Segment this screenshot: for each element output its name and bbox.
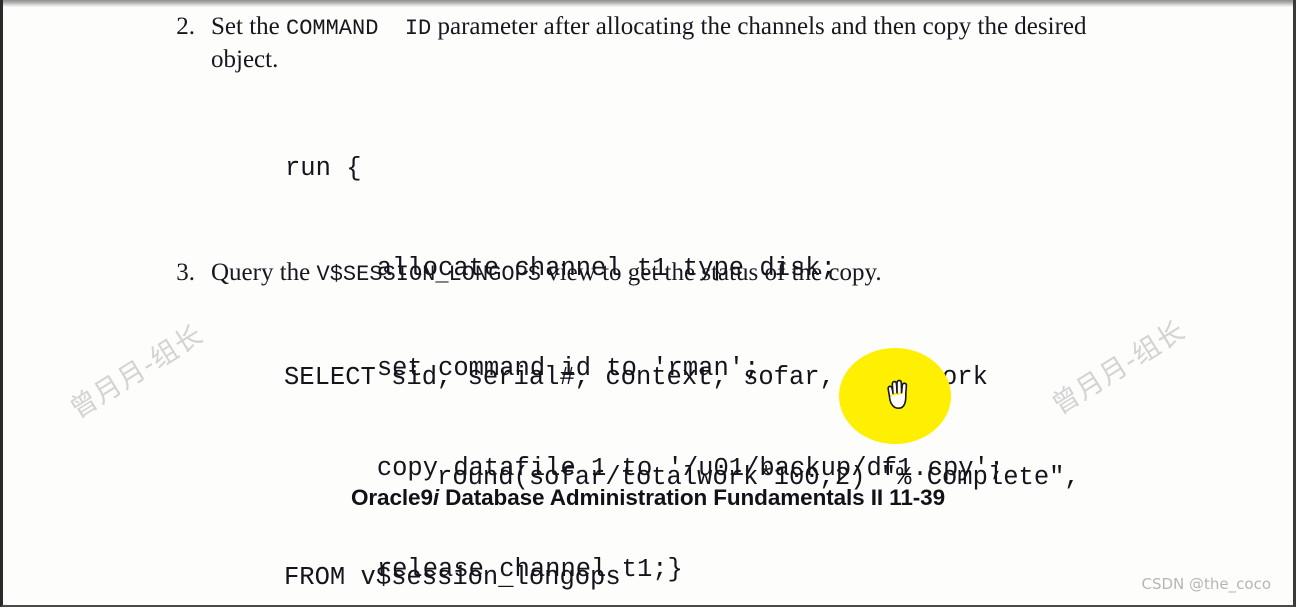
list-item-text-after: view to get the status of the copy. (540, 259, 882, 286)
footer-suffix: Database Administration Fundamentals II … (439, 485, 945, 510)
code-line: run { (285, 153, 362, 183)
slide-footer: Oracle9i Database Administration Fundame… (3, 485, 1293, 511)
code-block-sql-query: SELECT sid, serial#, context, sofar, tot… (284, 294, 1080, 605)
window-top-strip (3, 0, 1293, 7)
list-item: 3. Query the V$SESSION_LONGOPS view to g… (155, 257, 882, 290)
csdn-watermark: CSDN @the_coco (1141, 575, 1272, 593)
list-item-number: 3. (176, 259, 195, 286)
inline-code-term: COMMAND ID (286, 16, 432, 41)
slide-viewer: 2. Set the COMMAND ID parameter after al… (0, 0, 1296, 607)
grab-hand-cursor-icon (882, 375, 914, 413)
list-item-number: 2. (176, 13, 195, 40)
footer-prefix: Oracle9 (351, 485, 433, 510)
list-item-text-before: Query the (211, 259, 317, 286)
list-item-text-before: Set the (211, 13, 286, 40)
list-item-text: Query the V$SESSION_LONGOPS view to get … (211, 257, 882, 290)
list-item: 2. Set the COMMAND ID parameter after al… (155, 11, 1131, 75)
code-line: FROM v$session_longops (284, 563, 621, 593)
inline-code-term: V$SESSION_LONGOPS (316, 262, 541, 287)
code-line: SELECT sid, serial#, context, sofar, tot… (284, 362, 988, 392)
slide-canvas: 2. Set the COMMAND ID parameter after al… (3, 7, 1293, 605)
list-item-text: Set the COMMAND ID parameter after alloc… (211, 11, 1131, 75)
watermark-left: 曾月月-组长 (64, 319, 209, 426)
